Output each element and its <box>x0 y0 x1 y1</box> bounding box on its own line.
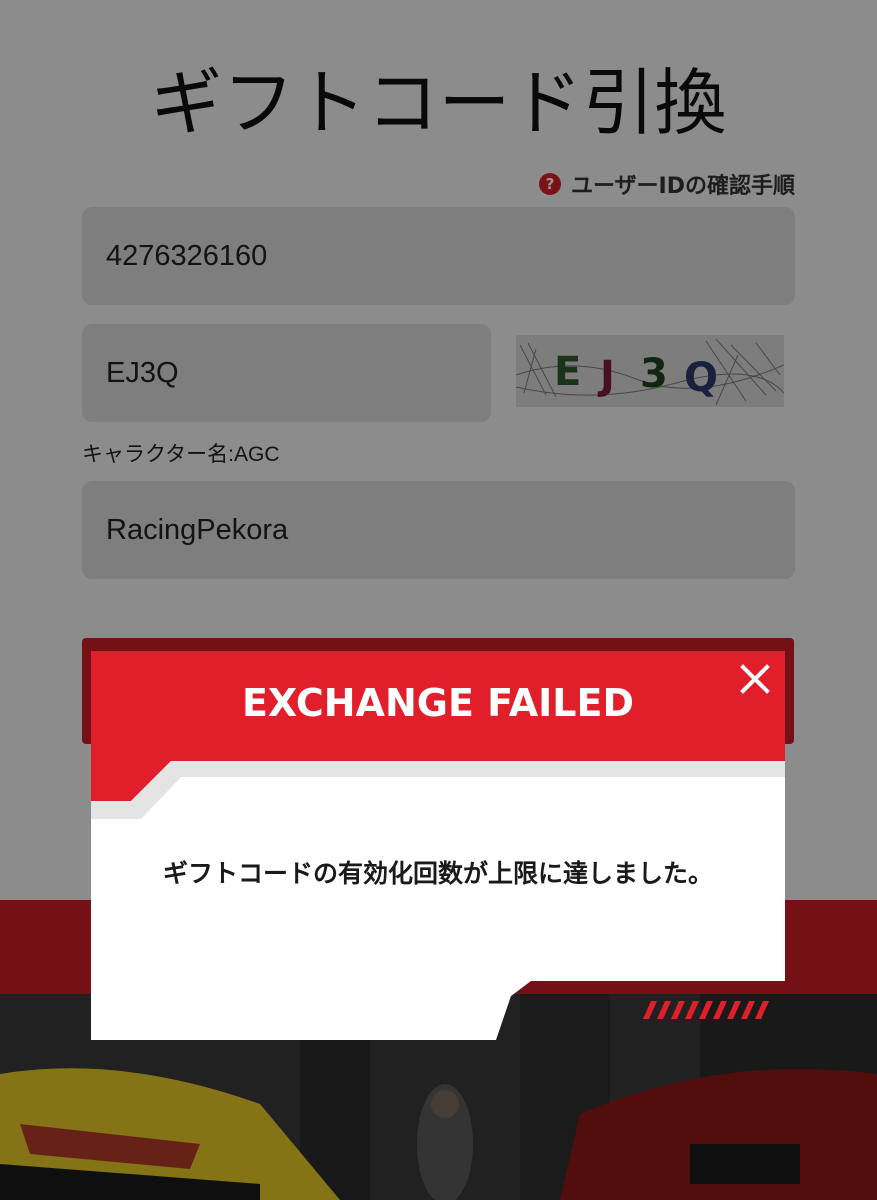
close-button[interactable] <box>735 659 775 699</box>
dialog-message: ギフトコードの有効化回数が上限に達しました。 <box>162 859 713 888</box>
close-icon <box>740 664 770 694</box>
exchange-failed-dialog: EXCHANGE FAILED ギフトコードの有効化回数が上限に達しました。 <box>91 651 785 1040</box>
dialog-title: EXCHANGE FAILED <box>241 681 635 725</box>
gift-code-page: ギフトコード引換 ? ユーザーIDの確認手順 4276326160 EJ3Q E… <box>0 0 877 1200</box>
